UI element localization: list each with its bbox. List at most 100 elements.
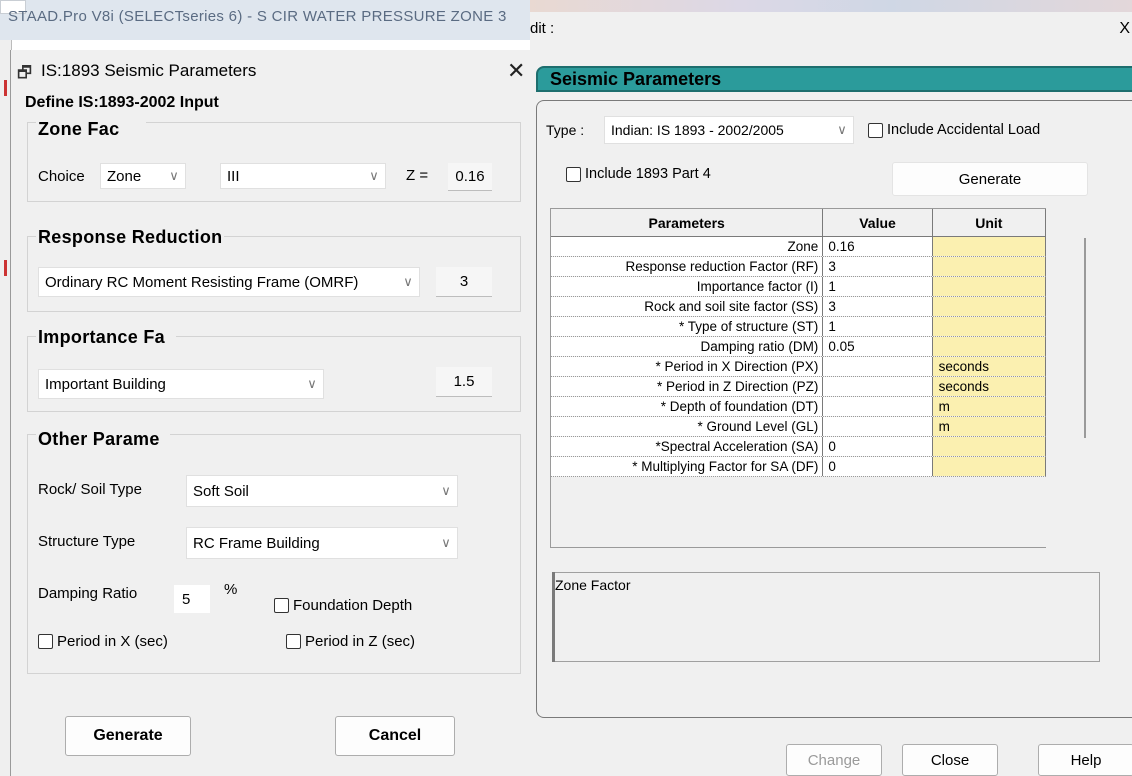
checkbox-box [38, 634, 53, 649]
table-row[interactable]: Zone 0.16 [551, 237, 1046, 257]
checkbox-label: Foundation Depth [293, 597, 413, 614]
group-title: Other Parame [36, 429, 170, 450]
value-cell[interactable] [823, 377, 933, 396]
edit-label: dit : [530, 20, 555, 37]
unit-cell[interactable] [932, 257, 1046, 276]
building-type-select[interactable]: Important Building ∨ [38, 369, 324, 399]
group-title: Response Reduction [36, 227, 225, 248]
checkbox-box [566, 166, 581, 182]
table-header: Parameters Value Unit [551, 209, 1046, 237]
unit-cell[interactable] [932, 457, 1046, 476]
table-row[interactable]: Rock and soil site factor (SS) 3 [551, 297, 1046, 317]
chevron-down-icon: ∨ [441, 535, 451, 550]
value-cell[interactable]: 3 [823, 257, 933, 276]
unit-cell[interactable]: m [932, 417, 1046, 436]
chevron-down-icon: ∨ [403, 274, 413, 289]
table-row[interactable]: Response reduction Factor (RF) 3 [551, 257, 1046, 277]
checkbox-label: Include Accidental Load [887, 122, 1041, 138]
unit-cell[interactable] [932, 437, 1046, 456]
help-button[interactable]: Help [1038, 744, 1132, 776]
unit-cell[interactable] [932, 337, 1046, 356]
close-icon[interactable]: X [1119, 20, 1130, 38]
choice-select-value: Zone [107, 167, 142, 185]
change-button[interactable]: Change [786, 744, 882, 776]
unit-cell[interactable]: seconds [932, 377, 1046, 396]
type-select-value: Indian: IS 1893 - 2002/2005 [611, 122, 784, 138]
damping-ratio-field[interactable]: 5 [174, 585, 210, 613]
value-cell[interactable] [823, 417, 933, 436]
generate-button[interactable]: Generate [65, 716, 191, 756]
value-cell[interactable]: 1 [823, 317, 933, 336]
param-cell: * Ground Level (GL) [551, 417, 824, 436]
seismic-parameters-tab[interactable]: Seismic Parameters [536, 66, 1132, 92]
table-row[interactable]: Damping ratio (DM) 0.05 [551, 337, 1046, 357]
close-button[interactable]: Close [902, 744, 998, 776]
table-row[interactable]: * Ground Level (GL) m [551, 417, 1046, 437]
table-row[interactable]: * Period in Z Direction (PZ) seconds [551, 377, 1046, 397]
unit-cell[interactable]: seconds [932, 357, 1046, 376]
period-x-checkbox[interactable]: Period in X (sec) [38, 633, 168, 650]
unit-cell[interactable] [932, 297, 1046, 316]
zone-select[interactable]: III ∨ [220, 163, 386, 189]
value-cell[interactable]: 0 [823, 437, 933, 456]
value-cell[interactable]: 1 [823, 277, 933, 296]
param-cell: *Spectral Acceleration (SA) [551, 437, 824, 456]
cancel-button[interactable]: Cancel [335, 716, 455, 756]
table-row[interactable]: * Period in X Direction (PX) seconds [551, 357, 1046, 377]
checkbox-label: Include 1893 Part 4 [585, 166, 711, 182]
value-cell[interactable]: 0 [823, 457, 933, 476]
rock-soil-label: Rock/ Soil Type [38, 481, 142, 498]
choice-select[interactable]: Zone ∨ [100, 163, 186, 189]
checkbox-label: Period in X (sec) [57, 633, 168, 650]
chevron-down-icon: ∨ [307, 376, 317, 391]
checkbox-box [286, 634, 301, 649]
zone-select-value: III [227, 167, 240, 185]
table-row[interactable]: * Depth of foundation (DT) m [551, 397, 1046, 417]
rock-soil-select[interactable]: Soft Soil ∨ [186, 475, 458, 507]
z-value-field[interactable]: 0.16 [448, 163, 492, 191]
type-label: Type : [546, 122, 585, 138]
choice-label: Choice [38, 168, 85, 185]
group-title: Importance Fa [36, 327, 176, 348]
rf-value-field[interactable]: 3 [436, 267, 492, 297]
frame-type-select[interactable]: Ordinary RC Moment Resisting Frame (OMRF… [38, 267, 420, 297]
value-cell[interactable] [823, 397, 933, 416]
table-scrollbar[interactable] [1084, 238, 1086, 438]
close-icon[interactable]: ✕ [507, 58, 525, 84]
value-cell[interactable]: 0.05 [823, 337, 933, 356]
value-cell[interactable]: 3 [823, 297, 933, 316]
frame-type-value: Ordinary RC Moment Resisting Frame (OMRF… [45, 273, 359, 291]
damping-unit: % [224, 581, 238, 598]
unit-cell[interactable]: m [932, 397, 1046, 416]
type-select[interactable]: Indian: IS 1893 - 2002/2005 ∨ [604, 116, 854, 144]
background-window-titlebar: STAAD.Pro V8i (SELECTseries 6) - S CIR W… [0, 0, 540, 40]
period-z-checkbox[interactable]: Period in Z (sec) [286, 633, 415, 650]
header-value: Value [823, 209, 933, 236]
importance-value-field[interactable]: 1.5 [436, 367, 492, 397]
unit-cell[interactable] [932, 237, 1046, 256]
value-cell[interactable]: 0.16 [823, 237, 933, 256]
structure-type-value: RC Frame Building [193, 534, 320, 552]
table-row[interactable]: *Spectral Acceleration (SA) 0 [551, 437, 1046, 457]
table-row[interactable]: * Type of structure (ST) 1 [551, 317, 1046, 337]
generate-table-button[interactable]: Generate [892, 162, 1088, 196]
unit-cell[interactable] [932, 277, 1046, 296]
unit-cell[interactable] [932, 317, 1046, 336]
background-window-title: STAAD.Pro V8i (SELECTseries 6) - S CIR W… [8, 8, 507, 25]
structure-type-select[interactable]: RC Frame Building ∨ [186, 527, 458, 559]
value-cell[interactable] [823, 357, 933, 376]
table-row[interactable]: Importance factor (I) 1 [551, 277, 1046, 297]
include-accidental-load-checkbox[interactable]: Include Accidental Load [868, 122, 1040, 138]
table-row[interactable]: * Multiplying Factor for SA (DF) 0 [551, 457, 1046, 477]
importance-factor-group: Importance Fa Important Building ∨ 1.5 [27, 327, 521, 412]
checkbox-box [868, 122, 883, 138]
include-part4-checkbox[interactable]: Include 1893 Part 4 [566, 166, 711, 182]
param-cell: * Multiplying Factor for SA (DF) [551, 457, 824, 476]
checkbox-box [274, 598, 289, 613]
other-parameters-group: Other Parame Rock/ Soil Type Soft Soil ∨… [27, 429, 521, 674]
foundation-depth-checkbox[interactable]: Foundation Depth [274, 597, 412, 614]
response-reduction-group: Response Reduction Ordinary RC Moment Re… [27, 227, 521, 312]
param-cell: Importance factor (I) [551, 277, 824, 296]
edge-marker [4, 260, 7, 276]
parameters-table: Parameters Value Unit Zone 0.16 Response r… [550, 208, 1046, 548]
